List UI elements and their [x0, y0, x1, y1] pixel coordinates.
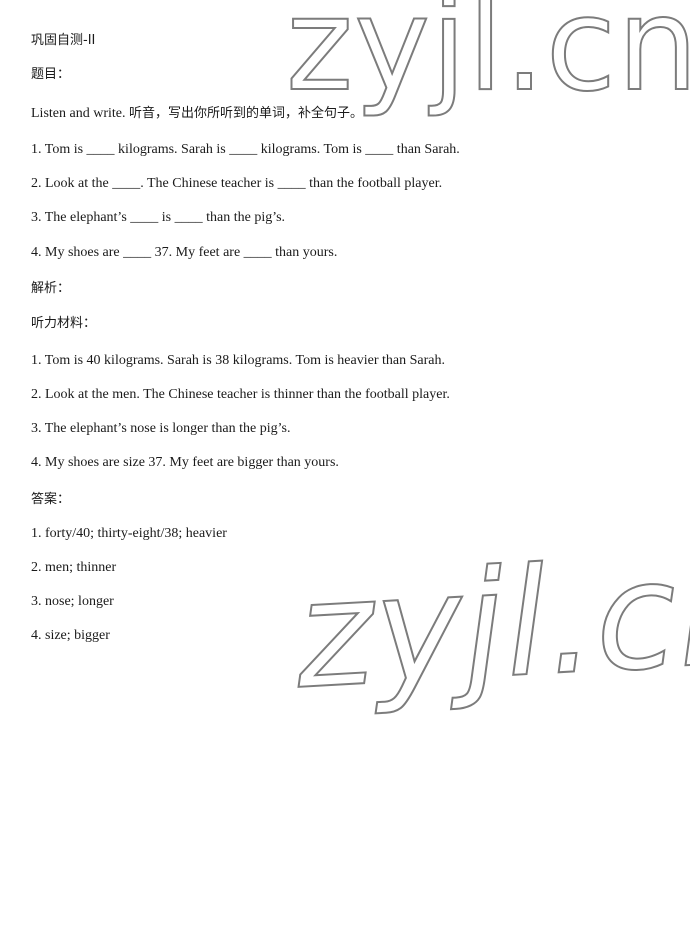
- listening-item-2: 2. Look at the men. The Chinese teacher …: [31, 387, 450, 402]
- listening-material-heading: 听力材料：: [31, 316, 97, 331]
- answer-item-2: 2. men; thinner: [31, 560, 117, 575]
- question-item-2: 2. Look at the ____. The Chinese teacher…: [31, 176, 443, 191]
- analysis-heading: 解析：: [31, 281, 71, 296]
- watermark-zyjl-bottom: zyjl.cn: [290, 522, 690, 722]
- instruction-chinese: 听音，写出你所听到的单词，补全句子。: [128, 106, 363, 121]
- question-item-1: 1. Tom is ____ kilograms. Sarah is ____ …: [31, 142, 460, 157]
- instruction-line: Listen and write. 听音，写出你所听到的单词，补全句子。: [31, 105, 363, 122]
- instruction-english: Listen and write.: [31, 106, 126, 121]
- listening-item-1: 1. Tom is 40 kilograms. Sarah is 38 kilo…: [31, 353, 445, 368]
- page-title: 巩固自测-II: [31, 33, 96, 48]
- question-item-4: 4. My shoes are ____ 37. My feet are ___…: [31, 245, 338, 260]
- answers-heading: 答案：: [31, 492, 71, 507]
- watermark-zyjl-top: zyjl.cn: [285, 0, 690, 120]
- answer-item-3: 3. nose; longer: [31, 594, 114, 609]
- questions-heading: 题目：: [31, 67, 71, 82]
- document-page: zyjl.cn zyjl.cn 巩固自测-II 题目： Listen and w…: [0, 0, 690, 951]
- listening-item-4: 4. My shoes are size 37. My feet are big…: [31, 455, 339, 470]
- listening-item-3: 3. The elephant’s nose is longer than th…: [31, 421, 291, 436]
- answer-item-1: 1. forty/40; thirty-eight/38; heavier: [31, 526, 227, 541]
- question-item-3: 3. The elephant’s ____ is ____ than the …: [31, 210, 286, 225]
- answer-item-4: 4. size; bigger: [31, 628, 110, 643]
